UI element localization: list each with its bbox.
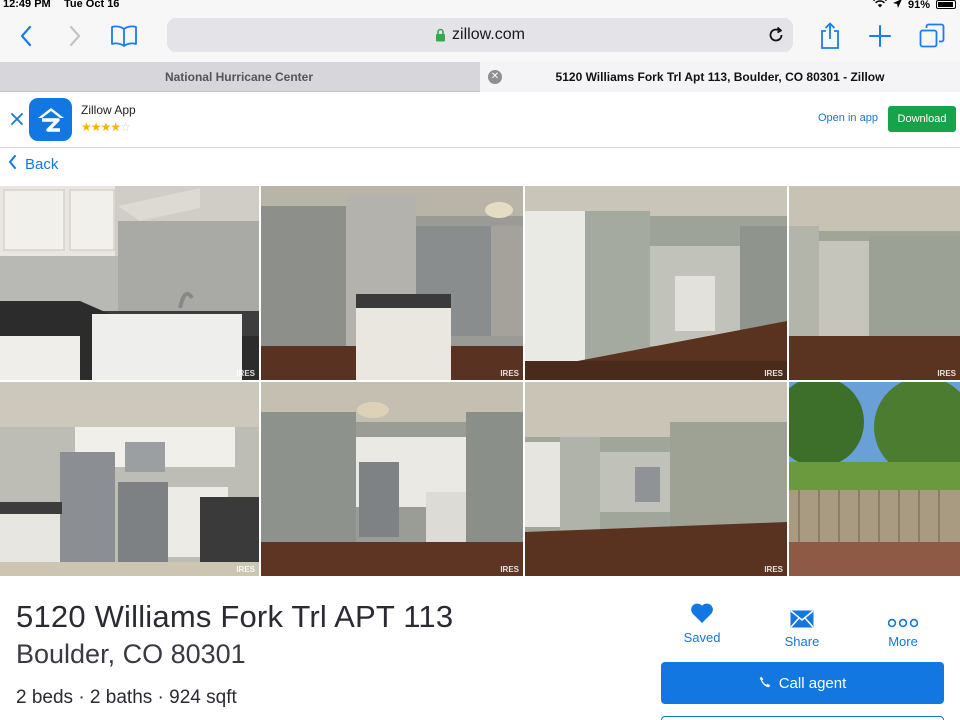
smart-app-banner: Zillow App ★★★★☆ Open in app Download xyxy=(0,92,960,148)
tab-close-icon[interactable]: ✕ xyxy=(488,70,502,84)
battery-percent: 91% xyxy=(907,0,930,11)
url-text: zillow.com xyxy=(452,26,525,43)
star-filled-icon: ★ xyxy=(90,120,102,134)
browser-toolbar: zillow.com xyxy=(0,12,960,62)
status-bar: 12:49 PM Tue Oct 16 91% xyxy=(0,0,960,12)
call-agent-button[interactable]: Call agent xyxy=(661,662,944,704)
listing-photo-kitchen-sink[interactable]: IRES xyxy=(0,186,259,380)
listing-photo-living-room-wide[interactable]: IRES xyxy=(525,382,787,576)
listing-address-city: Boulder, CO 80301 xyxy=(16,639,246,669)
location-icon xyxy=(892,0,902,11)
reload-icon[interactable] xyxy=(767,26,785,49)
listing-photo-kitchen-appliances[interactable]: IRES xyxy=(0,382,259,576)
app-name: Zillow App xyxy=(81,103,136,117)
call-agent-label: Call agent xyxy=(778,674,847,692)
back-link[interactable]: Back xyxy=(8,155,58,173)
listing-photo-patio[interactable] xyxy=(789,382,960,576)
secondary-button[interactable] xyxy=(661,716,944,720)
listing-photo-entry-hallway[interactable]: IRES xyxy=(525,186,787,380)
tab-label: National Hurricane Center xyxy=(164,70,314,84)
back-label: Back xyxy=(25,155,59,173)
more-label: More xyxy=(888,634,918,649)
star-filled-icon: ★ xyxy=(81,120,92,134)
battery-icon xyxy=(936,0,956,9)
download-button[interactable]: Download xyxy=(888,106,956,132)
envelope-icon xyxy=(790,602,814,628)
more-button[interactable]: More xyxy=(858,602,948,649)
listing-photo-kitchen-island[interactable]: IRES xyxy=(261,186,523,380)
tabs-overview-icon[interactable] xyxy=(916,20,948,52)
wifi-icon xyxy=(873,0,887,11)
star-filled-icon: ★ xyxy=(110,120,121,134)
rating-stars: ★★★★☆ xyxy=(81,120,131,134)
photo-watermark: IRES xyxy=(937,369,956,378)
back-arrow-icon[interactable] xyxy=(10,20,42,52)
address-bar[interactable]: zillow.com xyxy=(167,18,793,52)
share-sheet-icon[interactable] xyxy=(814,20,846,52)
phone-icon xyxy=(759,675,771,692)
photo-watermark: IRES xyxy=(764,565,783,574)
lock-icon xyxy=(435,28,446,42)
status-right: 91% xyxy=(873,0,956,11)
more-dots-icon xyxy=(888,602,918,628)
tab-label: 5120 Williams Fork Trl Apt 113, Boulder,… xyxy=(555,70,885,84)
listing-facts: 2 beds · 2 baths · 924 sqft xyxy=(16,687,237,708)
status-date: Tue Oct 16 xyxy=(64,0,120,10)
saved-button[interactable]: Saved xyxy=(657,598,747,645)
new-tab-icon[interactable] xyxy=(864,20,896,52)
share-button[interactable]: Share xyxy=(757,602,847,649)
listing-photo-kitchen-from-living[interactable]: IRES xyxy=(261,382,523,576)
chevron-left-icon xyxy=(8,155,17,173)
status-time: 12:49 PM xyxy=(3,0,51,10)
star-empty-icon: ☆ xyxy=(120,120,131,134)
tab-strip: National Hurricane Center 5120 Williams … xyxy=(0,62,960,92)
open-in-app-link[interactable]: Open in app xyxy=(818,112,878,124)
photo-watermark: IRES xyxy=(236,565,255,574)
tab-zillow-listing[interactable]: 5120 Williams Fork Trl Apt 113, Boulder,… xyxy=(480,62,960,92)
share-label: Share xyxy=(784,634,820,649)
forward-arrow-icon[interactable] xyxy=(59,20,91,52)
battery-fill xyxy=(938,2,953,7)
close-icon[interactable] xyxy=(9,111,25,127)
zillow-logo-icon xyxy=(29,98,72,141)
bookmarks-icon[interactable] xyxy=(108,20,140,52)
photo-watermark: IRES xyxy=(500,369,519,378)
photo-watermark: IRES xyxy=(764,369,783,378)
saved-label: Saved xyxy=(683,630,721,645)
listing-address-street: 5120 Williams Fork Trl APT 113 xyxy=(16,599,454,634)
photo-watermark: IRES xyxy=(236,369,255,378)
heart-icon xyxy=(690,598,714,624)
star-filled-icon: ★ xyxy=(100,120,112,134)
photo-grid: IRES IRES IRES IRES IRES IRES IRES xyxy=(0,186,960,576)
photo-watermark: IRES xyxy=(500,565,519,574)
tab-national-hurricane-center[interactable]: National Hurricane Center xyxy=(0,62,478,92)
listing-photo-living-room[interactable]: IRES xyxy=(789,186,960,380)
